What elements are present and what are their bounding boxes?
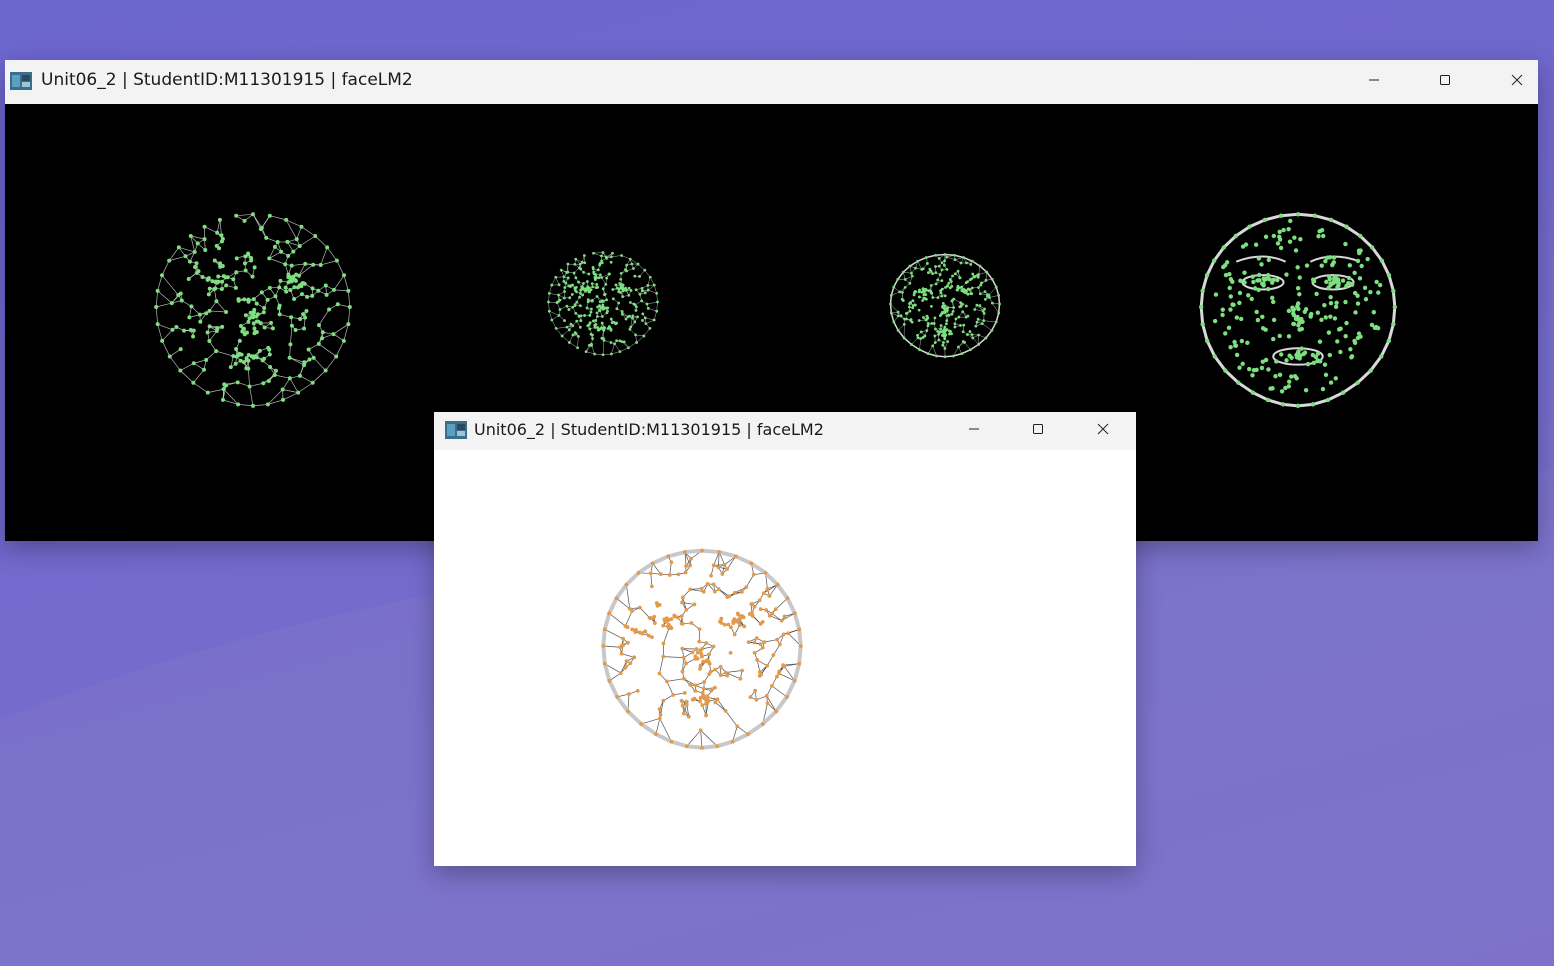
face-landmarks-small-right <box>889 253 1001 359</box>
close-button[interactable] <box>1080 412 1126 446</box>
front-window-titlebar[interactable]: Unit06_2 | StudentID:M11301915 | faceLM2 <box>434 412 1136 450</box>
maximize-button[interactable] <box>1015 412 1061 446</box>
front-canvas <box>434 450 1136 866</box>
close-icon <box>1511 74 1523 86</box>
maximize-icon <box>1440 75 1450 85</box>
main-window-titlebar[interactable]: Unit06_2 | StudentID:M11301915 | faceLM2 <box>5 60 1538 104</box>
face-contours-landmarks <box>1198 212 1398 409</box>
face-mesh-wireframe <box>154 212 352 408</box>
close-button[interactable] <box>1494 60 1540 100</box>
python-window-icon <box>10 72 32 90</box>
front-window[interactable]: Unit06_2 | StudentID:M11301915 | faceLM2 <box>434 412 1136 866</box>
main-window-title: Unit06_2 | StudentID:M11301915 | faceLM2 <box>41 70 413 90</box>
close-icon <box>1097 423 1109 435</box>
minimize-icon <box>969 428 979 430</box>
desktop-background: Unit06_2 | StudentID:M11301915 | faceLM2 <box>0 0 1554 966</box>
face-mesh-wireframe-orange <box>601 548 803 750</box>
face-landmarks-small-left <box>547 251 659 357</box>
minimize-button[interactable] <box>951 412 997 446</box>
front-window-title: Unit06_2 | StudentID:M11301915 | faceLM2 <box>474 420 824 439</box>
minimize-icon <box>1369 79 1379 81</box>
maximize-button[interactable] <box>1422 60 1468 100</box>
python-window-icon <box>445 421 467 439</box>
maximize-icon <box>1033 424 1043 434</box>
minimize-button[interactable] <box>1351 60 1397 100</box>
